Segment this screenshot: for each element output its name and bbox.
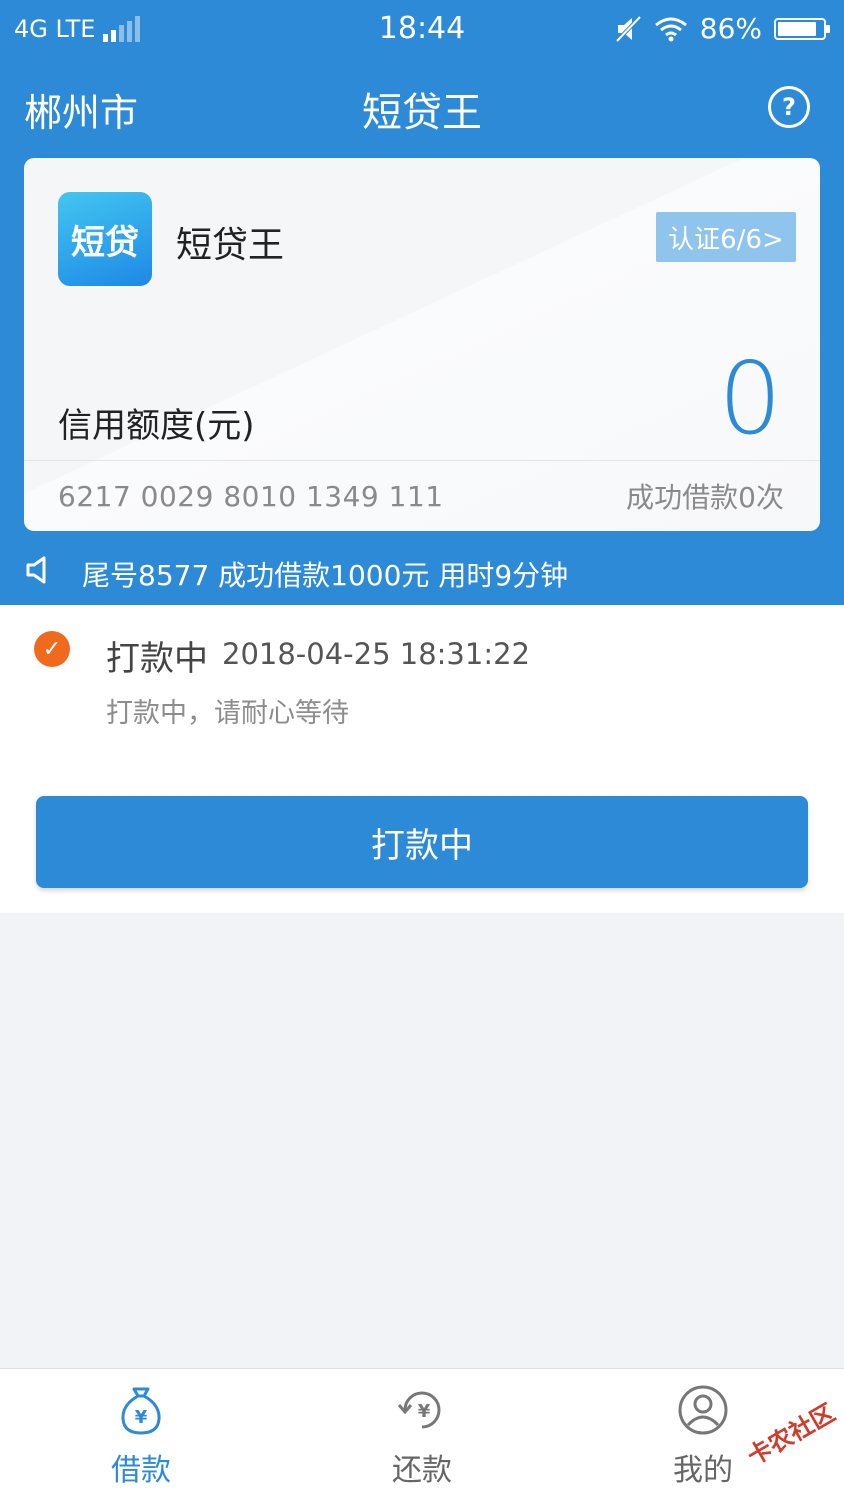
- page-title: 短贷王: [362, 90, 482, 136]
- check-icon: ✓: [34, 631, 70, 667]
- status-timestamp: 2018-04-25 18:31:22: [222, 637, 530, 671]
- user-icon: [678, 1385, 728, 1435]
- money-bag-icon: ¥: [121, 1387, 161, 1435]
- bank-card-number: 6217 0029 8010 1349 111: [58, 480, 444, 513]
- credit-limit-amount: 0: [718, 340, 782, 457]
- status-right: 86%: [614, 12, 830, 45]
- app-name: 短贷王: [176, 225, 285, 266]
- loan-status-panel: ✓ 打款中 2018-04-25 18:31:22 打款中，请耐心等待 打款中: [0, 605, 844, 913]
- payout-button[interactable]: 打款中: [36, 796, 808, 888]
- nav-bar: 郴州市 短贷王 ?: [0, 78, 844, 138]
- credit-card: 短贷 短贷王 认证6/6> 信用额度(元) 0 6217 0029 8010 1…: [24, 158, 820, 531]
- credit-limit-label: 信用额度(元): [58, 406, 255, 446]
- svg-text:¥: ¥: [135, 1407, 148, 1428]
- svg-text:¥: ¥: [418, 1401, 431, 1422]
- battery-icon: [774, 17, 830, 40]
- question-circle-icon[interactable]: ?: [768, 86, 810, 128]
- status-description: 打款中，请耐心等待: [106, 698, 349, 729]
- app-logo: 短贷: [58, 192, 152, 286]
- status-title: 打款中: [106, 639, 208, 679]
- notice-text: 尾号8577 成功借款1000元 用时9分钟: [82, 559, 569, 592]
- tab-loan-label: 借款: [111, 1453, 171, 1488]
- card-divider: [24, 460, 820, 461]
- mute-icon: [615, 15, 642, 42]
- tab-bar: ¥ 借款 ¥ 还款 我的: [0, 1368, 844, 1501]
- success-loan-count: 成功借款0次: [626, 481, 784, 514]
- wifi-icon: [654, 17, 687, 41]
- certification-button[interactable]: 认证6/6>: [656, 212, 796, 262]
- status-bar: 4G LTE 18:44 86%: [0, 0, 844, 58]
- battery-fill: [778, 21, 816, 36]
- tab-repay-label: 还款: [392, 1453, 452, 1488]
- battery-percent: 86%: [699, 12, 762, 45]
- tab-repay[interactable]: ¥ 还款: [342, 1383, 502, 1489]
- tab-loan[interactable]: ¥ 借款: [61, 1383, 221, 1489]
- app-logo-text: 短贷: [71, 222, 139, 263]
- speaker-icon: [26, 556, 46, 584]
- notice-bar: 尾号8577 成功借款1000元 用时9分钟: [0, 548, 844, 596]
- refresh-yen-icon: ¥: [397, 1391, 441, 1429]
